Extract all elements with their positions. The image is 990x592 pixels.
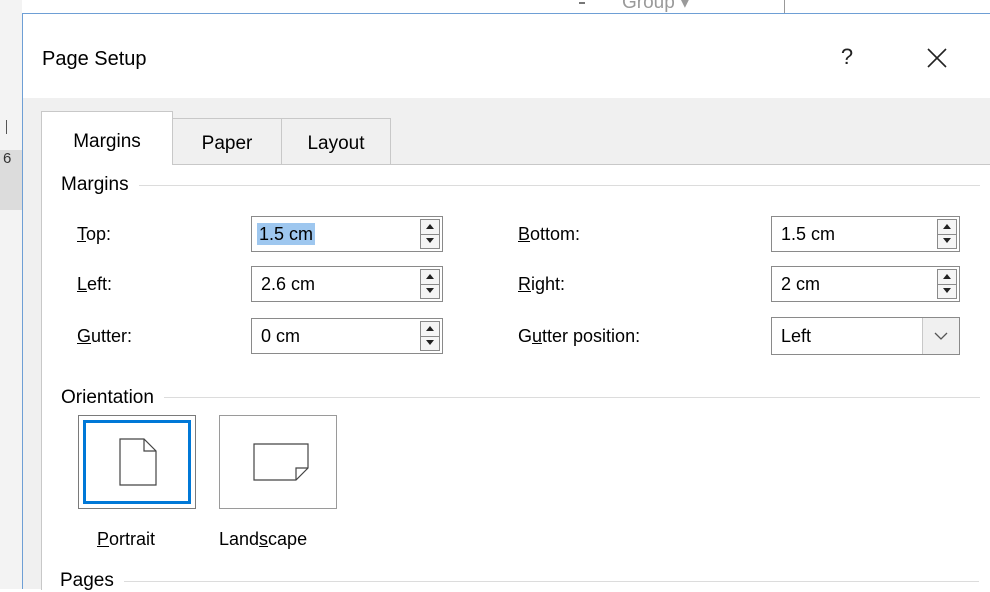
background-ribbon: Group ▾ — [22, 0, 990, 13]
arrow-up-icon — [426, 224, 434, 229]
portrait-button[interactable] — [78, 415, 196, 509]
help-button[interactable]: ? — [835, 44, 859, 72]
top-label: Top: — [77, 224, 112, 244]
left-margin-arrows — [420, 269, 440, 299]
margins-group-label: Margins — [61, 174, 139, 196]
gutter-stepper[interactable]: 0 cm — [251, 318, 443, 354]
arrow-down-icon — [943, 238, 951, 243]
arrow-down-icon — [426, 340, 434, 345]
arrow-up-icon — [943, 224, 951, 229]
portrait-label: Portrait — [97, 529, 156, 549]
bottom-margin-value: 1.5 cm — [781, 224, 836, 244]
background-app-left: 6 — [0, 0, 22, 589]
landscape-button[interactable] — [219, 415, 337, 509]
right-margin-arrows — [937, 269, 957, 299]
gutter-up-button[interactable] — [421, 322, 439, 337]
gutter-position-label: Gutter position: — [518, 326, 641, 346]
landscape-label: Landscape — [219, 529, 308, 549]
arrow-down-icon — [426, 288, 434, 293]
top-margin-value: 1.5 cm — [257, 223, 316, 245]
gutter-position-dropdown-button[interactable] — [922, 318, 959, 354]
chevron-down-icon — [934, 332, 948, 340]
title-bar: Page Setup ? — [23, 14, 990, 98]
tab-paper-label: Paper — [201, 133, 253, 154]
arrow-down-icon — [426, 238, 434, 243]
bottom-margin-down-button[interactable] — [938, 234, 956, 248]
tab-layout[interactable]: Layout — [281, 118, 391, 165]
dialog-title: Page Setup — [42, 48, 147, 70]
portrait-page-icon — [119, 438, 157, 486]
top-margin-arrows — [420, 219, 440, 249]
right-margin-stepper[interactable]: 2 cm — [771, 266, 960, 302]
tab-margins-label: Margins — [73, 131, 141, 152]
gutter-value: 0 cm — [261, 326, 301, 346]
orientation-group-line — [62, 397, 980, 398]
bottom-label: Bottom: — [518, 224, 581, 244]
gutter-arrows — [420, 321, 440, 351]
margins-group-line — [62, 185, 980, 186]
background-ruler-tick — [6, 120, 7, 134]
background-ribbon-separator — [579, 2, 585, 4]
right-margin-value: 2 cm — [781, 274, 821, 294]
bottom-margin-arrows — [937, 219, 957, 249]
background-ribbon-group: Group ▾ — [622, 0, 690, 13]
portrait-selection-frame — [83, 420, 191, 504]
tab-layout-label: Layout — [307, 133, 365, 154]
gutter-position-value: Left — [781, 326, 812, 346]
gutter-label: Gutter: — [77, 326, 133, 346]
arrow-up-icon — [943, 274, 951, 279]
top-margin-up-button[interactable] — [421, 220, 439, 235]
left-label: Left: — [77, 274, 113, 294]
background-ribbon-divider — [784, 0, 785, 13]
tab-paper[interactable]: Paper — [172, 118, 282, 165]
arrow-up-icon — [426, 274, 434, 279]
left-margin-up-button[interactable] — [421, 270, 439, 285]
landscape-page-icon — [253, 443, 309, 481]
close-button[interactable] — [921, 42, 953, 74]
arrow-down-icon — [943, 288, 951, 293]
left-margin-down-button[interactable] — [421, 284, 439, 298]
arrow-up-icon — [426, 326, 434, 331]
top-margin-stepper[interactable]: 1.5 cm — [251, 216, 443, 252]
pages-group-line — [61, 581, 979, 582]
tab-margins[interactable]: Margins — [41, 111, 173, 165]
right-label: Right: — [518, 274, 566, 294]
right-margin-up-button[interactable] — [938, 270, 956, 285]
close-icon — [927, 48, 947, 68]
left-margin-stepper[interactable]: 2.6 cm — [251, 266, 443, 302]
bottom-margin-stepper[interactable]: 1.5 cm — [771, 216, 960, 252]
orientation-group-label: Orientation — [61, 387, 164, 409]
bottom-margin-up-button[interactable] — [938, 220, 956, 235]
background-ruler-number: 6 — [3, 150, 12, 167]
right-margin-down-button[interactable] — [938, 284, 956, 298]
left-margin-value: 2.6 cm — [261, 274, 316, 294]
gutter-position-select[interactable]: Left — [771, 317, 960, 355]
gutter-down-button[interactable] — [421, 336, 439, 350]
page-setup-dialog: Page Setup ? Margins Paper Layout Margin… — [22, 13, 990, 592]
margins-panel: Margins Top: 1.5 cm Bottom: 1.5 cm Left:… — [41, 164, 990, 590]
top-margin-down-button[interactable] — [421, 234, 439, 248]
